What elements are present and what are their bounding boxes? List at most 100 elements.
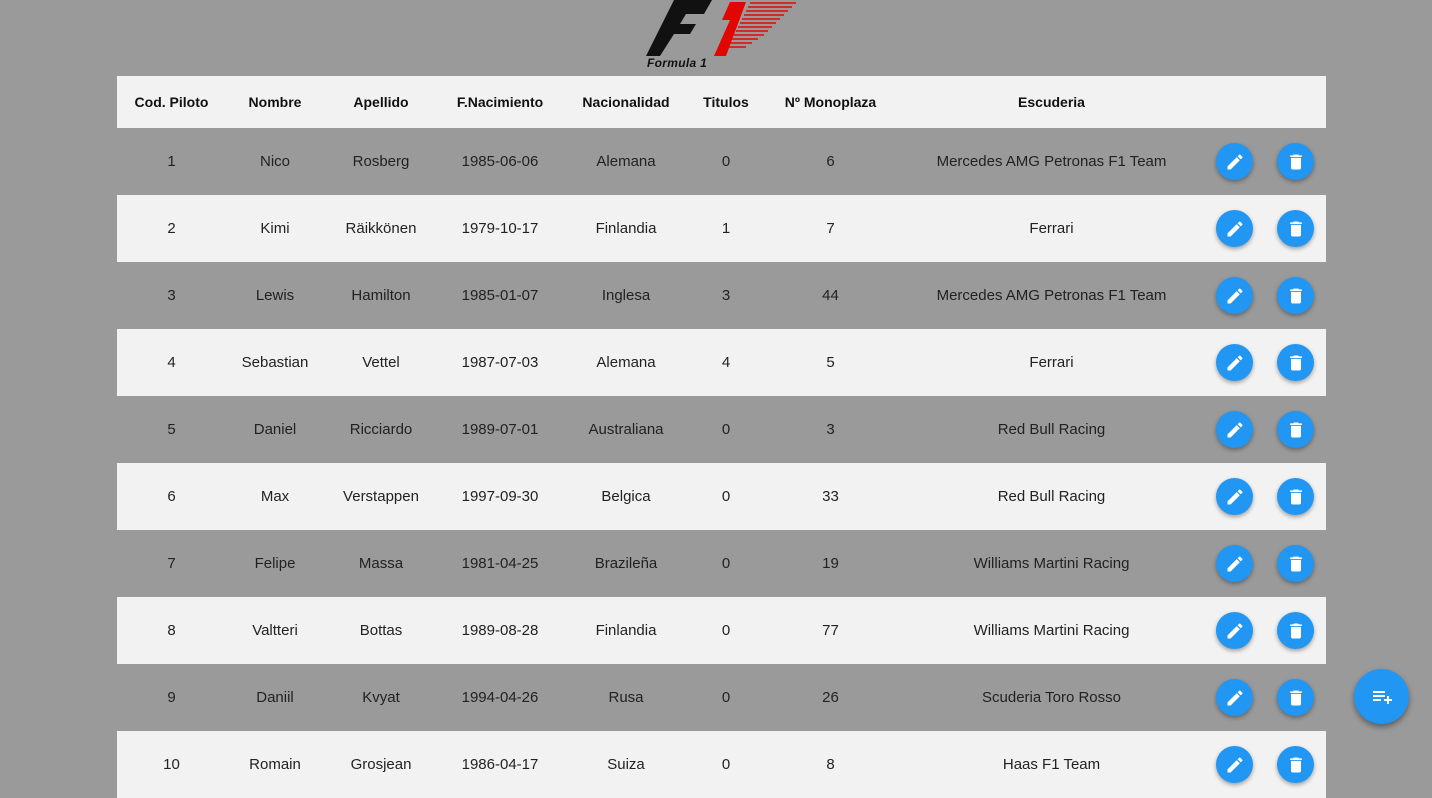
edit-button[interactable] bbox=[1216, 612, 1253, 649]
delete-button[interactable] bbox=[1277, 679, 1314, 716]
delete-button[interactable] bbox=[1277, 478, 1314, 515]
cell-monoplaza: 44 bbox=[762, 262, 899, 329]
header-nacimiento: F.Nacimiento bbox=[438, 76, 562, 128]
cell-nombre: Daniil bbox=[226, 664, 324, 731]
cell-monoplaza: 7 bbox=[762, 195, 899, 262]
table-row: 9 Daniil Kvyat 1994-04-26 Rusa 0 26 Scuderia To… bbox=[117, 664, 1326, 731]
cell-cod: 4 bbox=[117, 329, 226, 396]
cell-cod: 2 bbox=[117, 195, 226, 262]
cell-nacionalidad: Finlandia bbox=[562, 597, 690, 664]
delete-button[interactable] bbox=[1277, 277, 1314, 314]
cell-titulos: 0 bbox=[690, 530, 762, 597]
cell-escuderia: Scuderia Toro Rosso bbox=[899, 664, 1204, 731]
cell-nacimiento: 1997-09-30 bbox=[438, 463, 562, 530]
cell-escuderia: Williams Martini Racing bbox=[899, 597, 1204, 664]
delete-button[interactable] bbox=[1277, 612, 1314, 649]
cell-cod: 9 bbox=[117, 664, 226, 731]
cell-apellido: Grosjean bbox=[324, 731, 438, 798]
cell-titulos: 1 bbox=[690, 195, 762, 262]
pencil-icon bbox=[1227, 488, 1243, 504]
table-row: 7 Felipe Massa 1981-04-25 Brazileña 0 19 Willia… bbox=[117, 530, 1326, 597]
table-row: 1 Nico Rosberg 1985-06-06 Alemana 0 6 Mercedes … bbox=[117, 128, 1326, 195]
cell-monoplaza: 8 bbox=[762, 731, 899, 798]
edit-button[interactable] bbox=[1216, 344, 1253, 381]
table-header-row: Cod. Piloto Nombre Apellido F.Nacimiento… bbox=[117, 76, 1326, 128]
edit-button[interactable] bbox=[1216, 679, 1253, 716]
pencil-icon bbox=[1227, 287, 1243, 303]
cell-monoplaza: 77 bbox=[762, 597, 899, 664]
delete-button[interactable] bbox=[1277, 545, 1314, 582]
trash-icon bbox=[1289, 221, 1302, 236]
add-pilot-button[interactable] bbox=[1354, 669, 1409, 724]
cell-escuderia: Mercedes AMG Petronas F1 Team bbox=[899, 128, 1204, 195]
edit-button[interactable] bbox=[1216, 478, 1253, 515]
table-row: 8 Valtteri Bottas 1989-08-28 Finlandia 0 77 Wil… bbox=[117, 597, 1326, 664]
cell-monoplaza: 6 bbox=[762, 128, 899, 195]
header-titulos: Titulos bbox=[690, 76, 762, 128]
cell-monoplaza: 3 bbox=[762, 396, 899, 463]
header-nombre: Nombre bbox=[226, 76, 324, 128]
edit-button[interactable] bbox=[1216, 210, 1253, 247]
delete-button[interactable] bbox=[1277, 143, 1314, 180]
table-row: 6 Max Verstappen 1997-09-30 Belgica 0 33 Red Bu… bbox=[117, 463, 1326, 530]
edit-button[interactable] bbox=[1216, 746, 1253, 783]
cell-delete bbox=[1265, 731, 1326, 798]
cell-nacimiento: 1989-07-01 bbox=[438, 396, 562, 463]
cell-nombre: Valtteri bbox=[226, 597, 324, 664]
cell-apellido: Räikkönen bbox=[324, 195, 438, 262]
cell-titulos: 0 bbox=[690, 597, 762, 664]
trash-icon bbox=[1289, 623, 1302, 638]
cell-nombre: Lewis bbox=[226, 262, 324, 329]
cell-apellido: Massa bbox=[324, 530, 438, 597]
delete-button[interactable] bbox=[1277, 344, 1314, 381]
header-nacionalidad: Nacionalidad bbox=[562, 76, 690, 128]
cell-nombre: Sebastian bbox=[226, 329, 324, 396]
trash-icon bbox=[1289, 690, 1302, 705]
edit-button[interactable] bbox=[1216, 277, 1253, 314]
cell-nacionalidad: Belgica bbox=[562, 463, 690, 530]
cell-escuderia: Mercedes AMG Petronas F1 Team bbox=[899, 262, 1204, 329]
cell-delete bbox=[1265, 664, 1326, 731]
pencil-icon bbox=[1227, 220, 1243, 236]
cell-apellido: Ricciardo bbox=[324, 396, 438, 463]
cell-nacimiento: 1986-04-17 bbox=[438, 731, 562, 798]
header-escuderia: Escuderia bbox=[899, 76, 1204, 128]
trash-icon bbox=[1289, 355, 1302, 370]
cell-escuderia: Williams Martini Racing bbox=[899, 530, 1204, 597]
delete-button[interactable] bbox=[1277, 746, 1314, 783]
cell-titulos: 0 bbox=[690, 463, 762, 530]
delete-button[interactable] bbox=[1277, 411, 1314, 448]
cell-edit bbox=[1204, 463, 1265, 530]
cell-apellido: Bottas bbox=[324, 597, 438, 664]
header-delete-column bbox=[1265, 76, 1326, 128]
trash-icon bbox=[1289, 556, 1302, 571]
cell-nombre: Romain bbox=[226, 731, 324, 798]
edit-button[interactable] bbox=[1216, 545, 1253, 582]
cell-nacionalidad: Alemana bbox=[562, 128, 690, 195]
header-edit-column bbox=[1204, 76, 1265, 128]
cell-escuderia: Haas F1 Team bbox=[899, 731, 1204, 798]
cell-edit bbox=[1204, 195, 1265, 262]
delete-button[interactable] bbox=[1277, 210, 1314, 247]
header-cod-piloto: Cod. Piloto bbox=[117, 76, 226, 128]
cell-nacionalidad: Australiana bbox=[562, 396, 690, 463]
cell-nombre: Felipe bbox=[226, 530, 324, 597]
cell-edit bbox=[1204, 530, 1265, 597]
cell-nacimiento: 1989-08-28 bbox=[438, 597, 562, 664]
cell-nombre: Max bbox=[226, 463, 324, 530]
cell-delete bbox=[1265, 396, 1326, 463]
cell-titulos: 0 bbox=[690, 664, 762, 731]
cell-cod: 5 bbox=[117, 396, 226, 463]
edit-button[interactable] bbox=[1216, 411, 1253, 448]
trash-icon bbox=[1289, 489, 1302, 504]
edit-button[interactable] bbox=[1216, 143, 1253, 180]
pencil-icon bbox=[1227, 354, 1243, 370]
pilots-table-container: Cod. Piloto Nombre Apellido F.Nacimiento… bbox=[117, 76, 1326, 798]
pencil-icon bbox=[1227, 689, 1243, 705]
pilots-table: Cod. Piloto Nombre Apellido F.Nacimiento… bbox=[117, 76, 1326, 798]
cell-nacionalidad: Inglesa bbox=[562, 262, 690, 329]
cell-escuderia: Ferrari bbox=[899, 329, 1204, 396]
trash-icon bbox=[1289, 288, 1302, 303]
cell-edit bbox=[1204, 731, 1265, 798]
cell-escuderia: Red Bull Racing bbox=[899, 396, 1204, 463]
